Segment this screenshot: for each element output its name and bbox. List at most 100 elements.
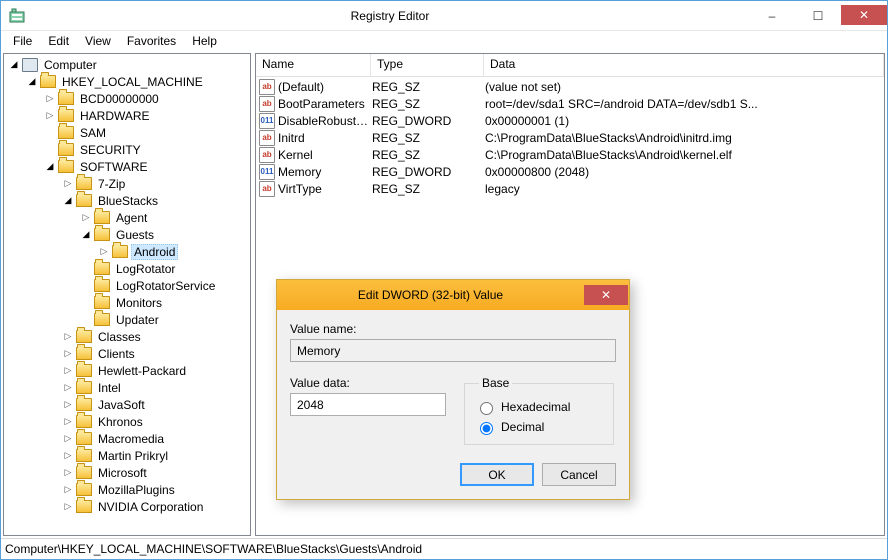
tree-item-khronos[interactable]: ▷Khronos bbox=[4, 413, 250, 430]
list-row[interactable]: 011MemoryREG_DWORD0x00000800 (2048) bbox=[256, 163, 884, 180]
list-row[interactable]: abInitrdREG_SZC:\ProgramData\BlueStacks\… bbox=[256, 129, 884, 146]
list-row[interactable]: 011DisableRobustn...REG_DWORD0x00000001 … bbox=[256, 112, 884, 129]
tree-item-android[interactable]: ▷Android bbox=[4, 243, 250, 260]
cell-name: BootParameters bbox=[278, 97, 372, 111]
tree-item-microsoft[interactable]: ▷Microsoft bbox=[4, 464, 250, 481]
tree-item-software[interactable]: ◢SOFTWARE bbox=[4, 158, 250, 175]
dialog-close-button[interactable]: ✕ bbox=[584, 285, 628, 305]
tree-item-agent[interactable]: ▷Agent bbox=[4, 209, 250, 226]
expander-icon bbox=[44, 127, 56, 139]
tree-item-monitors[interactable]: Monitors bbox=[4, 294, 250, 311]
col-header-name[interactable]: Name bbox=[256, 54, 371, 76]
tree-item-updater[interactable]: Updater bbox=[4, 311, 250, 328]
tree-label: 7-Zip bbox=[95, 176, 128, 192]
expander-icon[interactable]: ◢ bbox=[8, 59, 20, 71]
expander-icon[interactable]: ▷ bbox=[62, 348, 74, 360]
expander-icon[interactable]: ◢ bbox=[62, 195, 74, 207]
dialog-titlebar[interactable]: Edit DWORD (32-bit) Value ✕ bbox=[277, 280, 629, 310]
expander-icon[interactable]: ▷ bbox=[62, 178, 74, 190]
cell-type: REG_SZ bbox=[372, 97, 485, 111]
cell-name: Initrd bbox=[278, 131, 372, 145]
string-value-icon: ab bbox=[259, 96, 275, 112]
close-button[interactable]: ✕ bbox=[841, 5, 887, 25]
list-pane[interactable]: Name Type Data ab(Default)REG_SZ(value n… bbox=[255, 53, 885, 536]
folder-icon bbox=[58, 126, 74, 139]
tree-label: Updater bbox=[113, 312, 162, 328]
folder-icon bbox=[76, 500, 92, 513]
menu-file[interactable]: File bbox=[5, 32, 40, 50]
tree-item-martin[interactable]: ▷Martin Prikryl bbox=[4, 447, 250, 464]
folder-icon bbox=[58, 143, 74, 156]
expander-icon[interactable]: ▷ bbox=[62, 331, 74, 343]
cancel-button[interactable]: Cancel bbox=[542, 463, 616, 486]
ok-button[interactable]: OK bbox=[460, 463, 534, 486]
tree-item-hp[interactable]: ▷Hewlett-Packard bbox=[4, 362, 250, 379]
menu-favorites[interactable]: Favorites bbox=[119, 32, 184, 50]
tree-item-hklm[interactable]: ◢HKEY_LOCAL_MACHINE bbox=[4, 73, 250, 90]
value-name-input[interactable] bbox=[290, 339, 616, 362]
tree-item-macromedia[interactable]: ▷Macromedia bbox=[4, 430, 250, 447]
menu-edit[interactable]: Edit bbox=[40, 32, 77, 50]
menu-view[interactable]: View bbox=[77, 32, 119, 50]
tree-item-hardware[interactable]: ▷HARDWARE bbox=[4, 107, 250, 124]
tree-label: Guests bbox=[113, 227, 157, 243]
expander-icon[interactable]: ▷ bbox=[62, 399, 74, 411]
radio-hex[interactable]: Hexadecimal bbox=[475, 398, 603, 416]
edit-dword-dialog: Edit DWORD (32-bit) Value ✕ Value name: … bbox=[276, 279, 630, 500]
expander-icon[interactable]: ▷ bbox=[62, 467, 74, 479]
expander-icon[interactable]: ▷ bbox=[62, 365, 74, 377]
radio-dec[interactable]: Decimal bbox=[475, 418, 603, 436]
maximize-button[interactable]: ☐ bbox=[795, 5, 841, 27]
tree-item-bcd[interactable]: ▷BCD00000000 bbox=[4, 90, 250, 107]
list-row[interactable]: abBootParametersREG_SZroot=/dev/sda1 SRC… bbox=[256, 95, 884, 112]
cell-data: 0x00000001 (1) bbox=[485, 114, 884, 128]
minimize-button[interactable]: – bbox=[749, 5, 795, 27]
expander-icon[interactable]: ◢ bbox=[44, 161, 56, 173]
tree-item-javasoft[interactable]: ▷JavaSoft bbox=[4, 396, 250, 413]
tree-label: Clients bbox=[95, 346, 138, 362]
expander-icon[interactable]: ▷ bbox=[80, 212, 92, 224]
tree-item-mozilla[interactable]: ▷MozillaPlugins bbox=[4, 481, 250, 498]
expander-icon[interactable]: ▷ bbox=[44, 93, 56, 105]
tree-item-security[interactable]: SECURITY bbox=[4, 141, 250, 158]
expander-icon[interactable]: ▷ bbox=[62, 433, 74, 445]
tree-item-logrotatorservice[interactable]: LogRotatorService bbox=[4, 277, 250, 294]
radio-dec-label: Decimal bbox=[501, 420, 544, 434]
col-header-type[interactable]: Type bbox=[371, 54, 484, 76]
expander-icon[interactable]: ▷ bbox=[62, 501, 74, 513]
tree-item-guests[interactable]: ◢ Guests bbox=[4, 226, 250, 243]
list-row[interactable]: abKernelREG_SZC:\ProgramData\BlueStacks\… bbox=[256, 146, 884, 163]
titlebar[interactable]: Registry Editor – ☐ ✕ bbox=[1, 1, 887, 31]
menu-help[interactable]: Help bbox=[184, 32, 225, 50]
col-header-data[interactable]: Data bbox=[484, 54, 884, 76]
tree-item-intel[interactable]: ▷Intel bbox=[4, 379, 250, 396]
tree-item-nvidia[interactable]: ▷NVIDIA Corporation bbox=[4, 498, 250, 515]
tree-label: Monitors bbox=[113, 295, 165, 311]
tree-item-classes[interactable]: ▷Classes bbox=[4, 328, 250, 345]
list-row[interactable]: abVirtTypeREG_SZlegacy bbox=[256, 180, 884, 197]
folder-icon bbox=[76, 466, 92, 479]
radio-dec-input[interactable] bbox=[480, 422, 493, 435]
expander-icon[interactable]: ▷ bbox=[44, 110, 56, 122]
tree-item-root[interactable]: ◢Computer bbox=[4, 56, 250, 73]
radio-hex-input[interactable] bbox=[480, 402, 493, 415]
value-data-input[interactable] bbox=[290, 393, 446, 416]
expander-icon[interactable]: ◢ bbox=[80, 229, 92, 241]
tree-pane[interactable]: ◢Computer◢HKEY_LOCAL_MACHINE▷BCD00000000… bbox=[3, 53, 251, 536]
tree-label: SECURITY bbox=[77, 142, 144, 158]
folder-icon bbox=[94, 296, 110, 309]
expander-icon[interactable]: ▷ bbox=[62, 416, 74, 428]
folder-icon bbox=[76, 347, 92, 360]
expander-icon[interactable]: ▷ bbox=[62, 484, 74, 496]
tree-item-logrotator[interactable]: LogRotator bbox=[4, 260, 250, 277]
expander-icon[interactable]: ▷ bbox=[62, 382, 74, 394]
tree-item-clients[interactable]: ▷ Clients bbox=[4, 345, 250, 362]
tree-item-sevenzip[interactable]: ▷ 7-Zip bbox=[4, 175, 250, 192]
tree-item-bluestacks[interactable]: ◢BlueStacks bbox=[4, 192, 250, 209]
tree-item-sam[interactable]: SAM bbox=[4, 124, 250, 141]
list-row[interactable]: ab(Default)REG_SZ(value not set) bbox=[256, 78, 884, 95]
cell-data: (value not set) bbox=[485, 80, 884, 94]
expander-icon[interactable]: ▷ bbox=[98, 246, 110, 258]
expander-icon[interactable]: ◢ bbox=[26, 76, 38, 88]
expander-icon[interactable]: ▷ bbox=[62, 450, 74, 462]
